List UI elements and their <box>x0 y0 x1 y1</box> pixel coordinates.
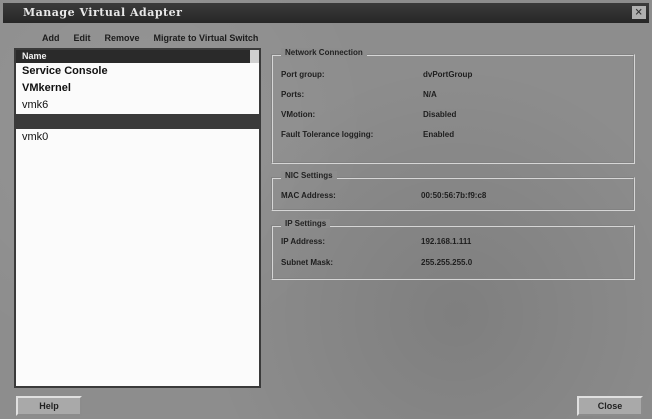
ports-label: Ports: <box>281 90 305 99</box>
subnet-mask-value: 255.255.255.0 <box>421 258 473 267</box>
remove-button[interactable]: Remove <box>105 33 140 43</box>
ip-address-label: IP Address: <box>281 237 326 246</box>
toolbar: Add Edit Remove Migrate to Virtual Switc… <box>20 28 258 48</box>
ip-address-value: 192.168.1.111 <box>421 237 472 246</box>
mac-address-label: MAC Address: <box>281 191 336 200</box>
network-connection-group: Network Connection Port group: dvPortGro… <box>271 48 635 164</box>
list-header-name: Name <box>22 51 47 61</box>
ip-settings-title: IP Settings <box>281 219 331 228</box>
list-item-vmkernel[interactable]: VMkernel <box>16 80 259 97</box>
mac-address-value: 00:50:56:7b:f9:c8 <box>421 191 487 200</box>
migrate-button[interactable]: Migrate to Virtual Switch <box>154 33 259 43</box>
row-ports: Ports: N/A <box>281 90 625 104</box>
help-button[interactable]: Help <box>16 396 82 416</box>
scroll-icon[interactable] <box>250 50 259 63</box>
fault-tolerance-value: Enabled <box>423 130 455 139</box>
list-item-vmk6[interactable]: vmk6 <box>16 97 259 114</box>
ports-value: N/A <box>423 90 437 99</box>
row-ip-address: IP Address: 192.168.1.111 <box>281 237 625 251</box>
port-group-label: Port group: <box>281 70 325 79</box>
row-subnet-mask: Subnet Mask: 255.255.255.0 <box>281 258 625 272</box>
vmotion-value: Disabled <box>423 110 457 119</box>
manage-virtual-adapter-dialog: Manage Virtual Adapter × Add Edit Remove… <box>0 0 652 419</box>
close-icon[interactable]: × <box>632 6 646 19</box>
list-item-vmk0[interactable]: vmk0 <box>16 129 259 146</box>
window-title: Manage Virtual Adapter <box>23 6 183 19</box>
list-item-service-console[interactable]: Service Console <box>16 63 259 80</box>
port-group-value: dvPortGroup <box>423 70 473 79</box>
ip-settings-group: IP Settings IP Address: 192.168.1.111 Su… <box>271 219 635 280</box>
list-item-selected[interactable] <box>16 114 259 129</box>
row-port-group: Port group: dvPortGroup <box>281 70 625 84</box>
add-button[interactable]: Add <box>42 33 60 43</box>
subnet-mask-label: Subnet Mask: <box>281 258 334 267</box>
row-mac-address: MAC Address: 00:50:56:7b:f9:c8 <box>281 191 625 205</box>
close-button[interactable]: Close <box>577 396 643 416</box>
row-vmotion: VMotion: Disabled <box>281 110 625 124</box>
window-titlebar: Manage Virtual Adapter × <box>3 3 649 23</box>
row-fault-tolerance: Fault Tolerance logging: Enabled <box>281 130 625 144</box>
edit-button[interactable]: Edit <box>74 33 91 43</box>
vmotion-label: VMotion: <box>281 110 316 119</box>
network-connection-title: Network Connection <box>281 48 367 57</box>
list-header[interactable]: Name <box>16 50 259 63</box>
fault-tolerance-label: Fault Tolerance logging: <box>281 130 374 139</box>
nic-settings-group: NIC Settings MAC Address: 00:50:56:7b:f9… <box>271 171 635 211</box>
adapter-list[interactable]: Name Service Console VMkernel vmk6 vmk0 <box>14 48 261 388</box>
nic-settings-title: NIC Settings <box>281 171 337 180</box>
